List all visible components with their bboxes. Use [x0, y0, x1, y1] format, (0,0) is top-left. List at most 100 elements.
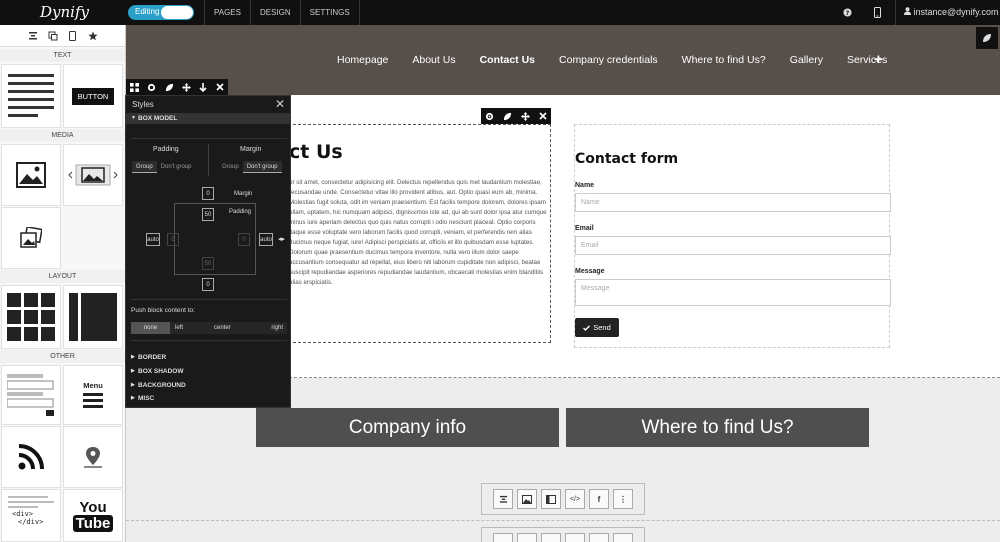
top-nav-settings[interactable]: SETTINGS [299, 0, 360, 25]
column-icon [69, 293, 117, 341]
settings-icon[interactable] [147, 83, 156, 92]
padding-left-input[interactable]: 0 [167, 233, 179, 246]
margin-bottom-input[interactable]: 0 [202, 278, 214, 291]
email-input[interactable]: Email [575, 236, 891, 255]
user-menu[interactable]: instance@dynify.com [895, 0, 999, 25]
section-box-shadow[interactable]: ▶ BOX SHADOW [126, 366, 290, 377]
close-icon[interactable]: ✕ [275, 96, 285, 113]
padding-top-input[interactable]: 50 [202, 208, 214, 221]
padding-bottom-input[interactable]: 50 [202, 257, 214, 270]
align-icon[interactable] [493, 489, 513, 509]
menu-widget-tile[interactable]: Menu [63, 365, 123, 425]
align-icon[interactable] [493, 533, 513, 542]
move-icon[interactable] [520, 111, 530, 121]
push-right-option[interactable]: right [248, 322, 287, 334]
leaf-icon[interactable] [976, 27, 998, 49]
html-widget-tile[interactable]: <div> </div> [1, 489, 61, 542]
grid-icon[interactable] [130, 82, 140, 92]
where-to-find-us-button[interactable]: Where to find Us? [566, 408, 869, 447]
more-icon[interactable]: ⋮ [613, 489, 633, 509]
help-icon[interactable]: ? [843, 0, 852, 25]
rss-widget-tile[interactable] [1, 426, 61, 488]
name-input[interactable]: Name [575, 193, 891, 212]
column-layout-tile[interactable] [63, 285, 123, 349]
more-icon[interactable] [613, 533, 633, 542]
text-block[interactable]: ct Us or sit amet, consectetur adipisici… [273, 124, 551, 343]
margin-left-input[interactable]: auto [146, 233, 160, 246]
nav-homepage[interactable]: Homepage [337, 54, 388, 66]
message-textarea[interactable]: Message [575, 279, 891, 306]
facebook-icon[interactable] [589, 533, 609, 542]
margin-label: Margin [240, 146, 262, 153]
move-icon[interactable] [182, 82, 192, 92]
triangle-down-icon: ▼ [131, 115, 136, 121]
map-widget-tile[interactable] [63, 426, 123, 488]
code-icon[interactable] [565, 533, 585, 542]
section-divider [126, 520, 1000, 521]
text-widget-tile[interactable] [1, 64, 61, 128]
triangle-right-icon: ▶ [131, 368, 135, 374]
app-logo[interactable]: Dynify [40, 3, 89, 21]
push-content-options: none left center right [131, 322, 287, 334]
image-widget-tile[interactable] [1, 144, 61, 206]
padding-group-option[interactable]: Group [132, 161, 157, 173]
star-icon[interactable] [84, 28, 102, 44]
section-misc[interactable]: ▶ MISC [126, 393, 290, 404]
settings-icon[interactable] [485, 112, 494, 121]
nav-gallery[interactable]: Gallery [790, 54, 823, 66]
image-icon[interactable] [517, 533, 537, 542]
grid-layout-tile[interactable] [1, 285, 61, 349]
nav-company-credentials[interactable]: Company credentials [559, 54, 658, 66]
close-icon[interactable] [216, 83, 224, 91]
block-toolbar [481, 108, 551, 124]
leaf-icon[interactable] [503, 112, 512, 121]
editing-toggle[interactable]: Editing [128, 5, 194, 20]
triangle-right-icon: ▶ [131, 382, 135, 388]
slider-widget-tile[interactable] [63, 144, 123, 206]
push-none-option[interactable]: none [131, 322, 170, 334]
section-box-model[interactable]: ▼ BOX MODEL [126, 113, 290, 124]
mobile-icon[interactable] [64, 28, 82, 44]
add-block-toolbar: </> f ⋮ [481, 483, 645, 515]
send-button[interactable]: Send [575, 318, 619, 337]
nav-about-us[interactable]: About Us [412, 54, 455, 66]
form-widget-tile[interactable] [1, 365, 61, 425]
margin-group-option[interactable]: Group [218, 161, 243, 173]
mobile-icon[interactable] [874, 0, 881, 25]
push-left-option[interactable]: left [170, 322, 209, 334]
company-info-button[interactable]: Company info [256, 408, 559, 447]
leaf-icon[interactable] [165, 83, 174, 92]
gallery-widget-tile[interactable] [1, 207, 61, 269]
push-center-option[interactable]: center [209, 322, 248, 334]
margin-dont-group-option[interactable]: Don't group [242, 161, 282, 173]
top-nav-pages[interactable]: PAGES [204, 0, 251, 25]
margin-box-label: Margin [234, 191, 253, 197]
nav-where-to-find-us[interactable]: Where to find Us? [682, 54, 766, 66]
section-background[interactable]: ▶ BACKGROUND [126, 380, 290, 391]
close-icon[interactable] [539, 112, 547, 120]
arrow-down-icon[interactable] [199, 82, 208, 92]
layout-icon[interactable] [541, 489, 561, 509]
button-widget-tile[interactable]: BUTTON [63, 64, 123, 128]
top-nav-design[interactable]: DESIGN [249, 0, 301, 25]
margin-top-input[interactable]: 0 [202, 187, 214, 200]
layout-icon[interactable] [541, 533, 561, 542]
align-icon[interactable] [24, 28, 42, 44]
nav-contact-us[interactable]: Contact Us [480, 54, 535, 66]
youtube-logo-bottom: Tube [72, 514, 114, 532]
youtube-widget-tile[interactable]: You Tube [63, 489, 123, 542]
add-page-plus-icon[interactable]: + [874, 51, 883, 68]
code-icon[interactable]: </> [565, 489, 585, 509]
section-border[interactable]: ▶ BORDER [126, 352, 290, 363]
add-block-toolbar-2 [481, 527, 645, 542]
padding-dont-group-option[interactable]: Don't group [157, 161, 196, 173]
section-media: MEDIA [0, 129, 125, 142]
copy-icon[interactable] [44, 28, 62, 44]
site-nav: Homepage About Us Contact Us Company cre… [337, 53, 911, 67]
top-bar: Dynify Editing PAGES DESIGN SETTINGS ? i… [0, 0, 1000, 25]
box-shadow-label: BOX SHADOW [138, 368, 184, 375]
image-icon[interactable] [517, 489, 537, 509]
margin-right-input[interactable]: auto [259, 233, 273, 246]
facebook-icon[interactable]: f [589, 489, 609, 509]
padding-right-input[interactable]: 0 [238, 233, 250, 246]
